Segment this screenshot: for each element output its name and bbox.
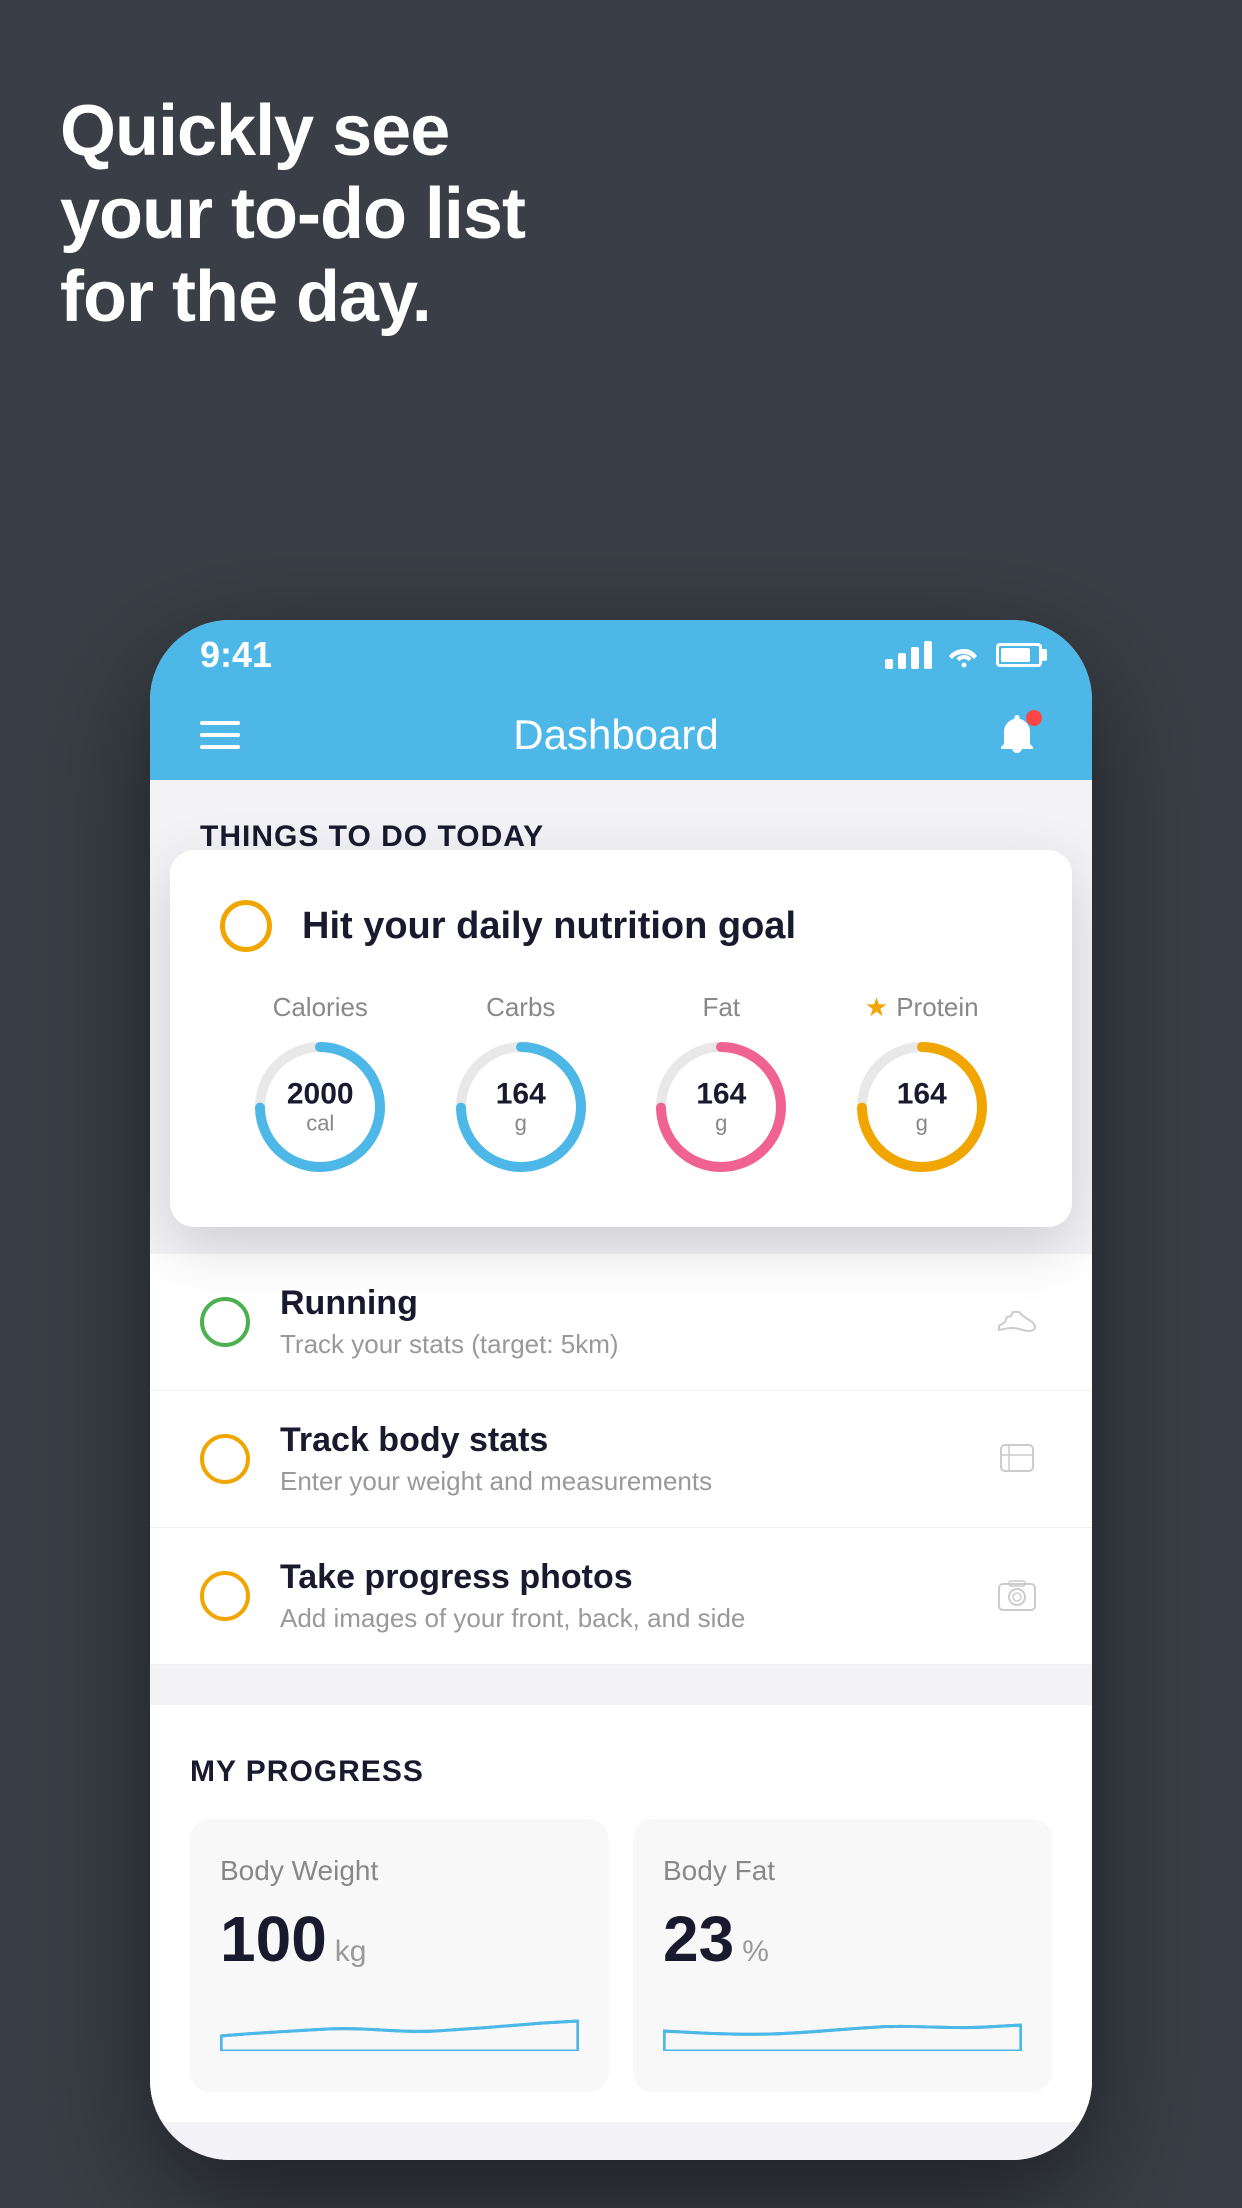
card-title: Hit your daily nutrition goal — [302, 905, 796, 948]
bodystats-title: Track body stats — [280, 1421, 962, 1460]
list-item-running[interactable]: Running Track your stats (target: 5km) — [150, 1254, 1092, 1391]
calories-item: Calories 2000 cal — [250, 992, 390, 1177]
list-item-bodystats[interactable]: Track body stats Enter your weight and m… — [150, 1391, 1092, 1528]
body-weight-card[interactable]: Body Weight 100 kg — [190, 1819, 609, 2092]
protein-item: ★ Protein 164 g — [852, 992, 992, 1177]
status-icons — [885, 641, 1042, 669]
headline-line1: Quickly see — [60, 90, 525, 173]
carbs-circle: 164 g — [451, 1037, 591, 1177]
progress-cards: Body Weight 100 kg Body Fat 23 % — [190, 1819, 1052, 2092]
body-weight-unit: kg — [335, 1935, 367, 1969]
hamburger-menu[interactable] — [200, 721, 240, 749]
card-checkbox[interactable] — [220, 900, 272, 952]
body-fat-chart — [663, 1991, 1022, 2051]
photo-icon — [992, 1571, 1042, 1621]
headline: Quickly see your to-do list for the day. — [60, 90, 525, 338]
calories-label: Calories — [273, 992, 368, 1023]
body-fat-card[interactable]: Body Fat 23 % — [633, 1819, 1052, 2092]
battery-icon — [996, 643, 1042, 667]
calories-circle: 2000 cal — [250, 1037, 390, 1177]
status-time: 9:41 — [200, 634, 272, 676]
wifi-icon — [948, 641, 980, 669]
card-header: Hit your daily nutrition goal — [220, 900, 1022, 952]
photos-text: Take progress photos Add images of your … — [280, 1558, 962, 1634]
content-area: THINGS TO DO TODAY Hit your daily nutrit… — [150, 780, 1092, 2160]
body-weight-label: Body Weight — [220, 1855, 579, 1887]
shoe-icon — [992, 1297, 1042, 1347]
body-fat-value-container: 23 % — [663, 1907, 1022, 1971]
star-icon: ★ — [865, 992, 888, 1023]
body-fat-number: 23 — [663, 1907, 734, 1971]
carbs-item: Carbs 164 g — [451, 992, 591, 1177]
body-fat-unit: % — [742, 1935, 769, 1969]
bell-button[interactable] — [992, 710, 1042, 760]
carbs-label: Carbs — [486, 992, 555, 1023]
bodystats-text: Track body stats Enter your weight and m… — [280, 1421, 962, 1497]
body-fat-label: Body Fat — [663, 1855, 1022, 1887]
running-checkbox[interactable] — [200, 1297, 250, 1347]
scale-icon — [992, 1434, 1042, 1484]
progress-section: MY PROGRESS Body Weight 100 kg B — [150, 1705, 1092, 2122]
protein-circle: 164 g — [852, 1037, 992, 1177]
nutrition-circles: Calories 2000 cal Carbs — [220, 992, 1022, 1177]
bodystats-subtitle: Enter your weight and measurements — [280, 1466, 962, 1497]
list-item-photos[interactable]: Take progress photos Add images of your … — [150, 1528, 1092, 1665]
photos-checkbox[interactable] — [200, 1571, 250, 1621]
bell-notification-dot — [1026, 710, 1042, 726]
signal-icon — [885, 641, 932, 669]
headline-line3: for the day. — [60, 256, 525, 339]
bodystats-checkbox[interactable] — [200, 1434, 250, 1484]
body-weight-value-container: 100 kg — [220, 1907, 579, 1971]
nav-title: Dashboard — [513, 711, 718, 759]
running-subtitle: Track your stats (target: 5km) — [280, 1329, 962, 1360]
protein-label: ★ Protein — [865, 992, 979, 1023]
fat-circle: 164 g — [651, 1037, 791, 1177]
nav-bar: Dashboard — [150, 690, 1092, 780]
fat-label: Fat — [702, 992, 740, 1023]
body-weight-number: 100 — [220, 1907, 327, 1971]
nutrition-card: Hit your daily nutrition goal Calories 2… — [170, 850, 1072, 1227]
phone-shell: 9:41 Dashboard — [150, 620, 1092, 2160]
headline-line2: your to-do list — [60, 173, 525, 256]
body-weight-chart — [220, 1991, 579, 2051]
progress-title: MY PROGRESS — [190, 1755, 1052, 1789]
fat-item: Fat 164 g — [651, 992, 791, 1177]
photos-subtitle: Add images of your front, back, and side — [280, 1603, 962, 1634]
running-title: Running — [280, 1284, 962, 1323]
photos-title: Take progress photos — [280, 1558, 962, 1597]
todo-list: Running Track your stats (target: 5km) T… — [150, 1254, 1092, 1665]
running-text: Running Track your stats (target: 5km) — [280, 1284, 962, 1360]
status-bar: 9:41 — [150, 620, 1092, 690]
